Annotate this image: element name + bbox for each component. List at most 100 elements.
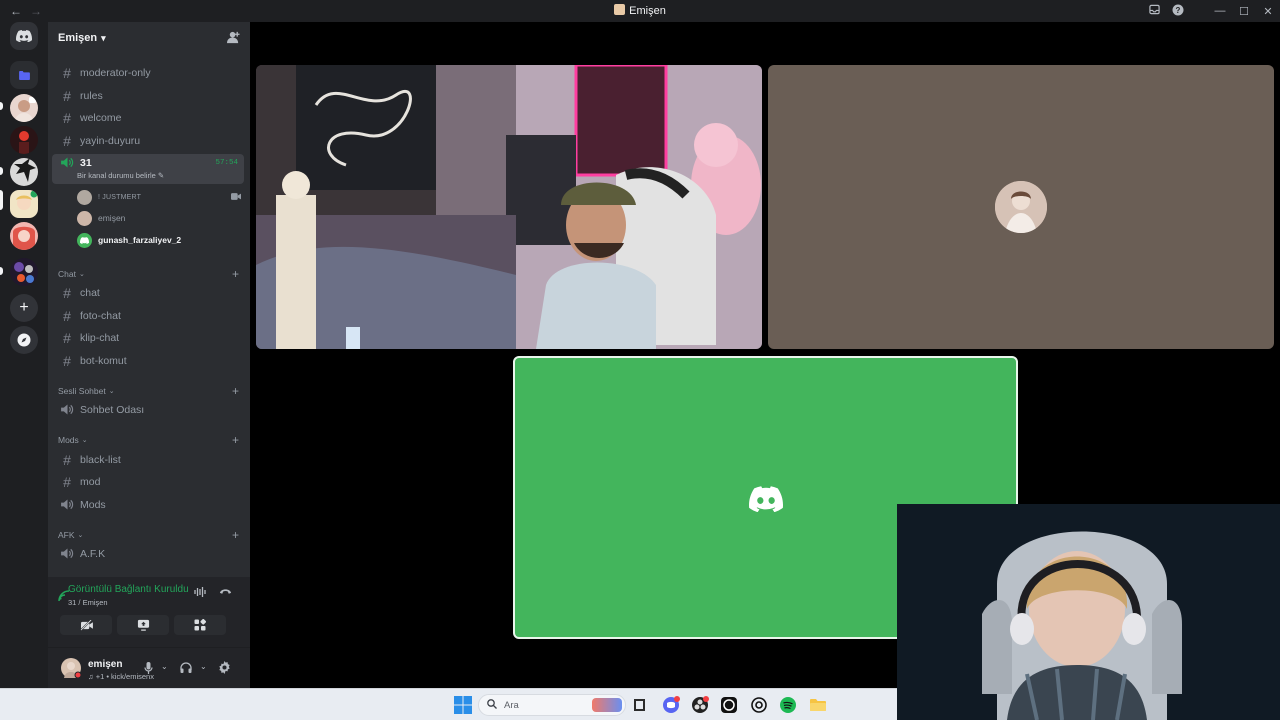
chevron-down-icon: ⌄	[108, 388, 115, 395]
channel-label: klip-chat	[80, 331, 120, 344]
avatar[interactable]	[61, 658, 82, 679]
channel-label: foto-chat	[80, 309, 121, 322]
category-mods[interactable]: Mods ⌄ +	[58, 433, 243, 447]
video-tile-justmert[interactable]	[256, 65, 762, 349]
spotify-icon[interactable]	[779, 696, 797, 714]
category-afk[interactable]: AFK ⌄ +	[58, 528, 243, 542]
server-icon-1[interactable]	[10, 94, 38, 122]
server-folder[interactable]	[10, 61, 38, 89]
category-chat[interactable]: Chat ⌄ +	[58, 267, 243, 281]
avatar	[995, 181, 1047, 233]
screen-share-button[interactable]	[117, 615, 169, 635]
channel-chat[interactable]: # chat	[52, 282, 244, 303]
voice-user-gunash[interactable]: gunash_farzaliyev_2	[77, 231, 181, 249]
search-icon	[487, 698, 497, 712]
chevron-down-icon: ⌄	[78, 271, 85, 278]
activities-button[interactable]	[174, 615, 226, 635]
direct-messages-button[interactable]	[10, 22, 38, 50]
add-channel-icon[interactable]: +	[232, 433, 239, 447]
channel-yayin-duyuru[interactable]: # yayin-duyuru	[52, 130, 244, 151]
microphone-icon[interactable]	[144, 662, 153, 676]
video-icon	[231, 192, 241, 202]
headphones-icon[interactable]	[180, 662, 192, 675]
avatar	[77, 189, 92, 205]
inbox-icon[interactable]	[1142, 4, 1166, 18]
channel-label: bot-komut	[80, 354, 127, 367]
chevron-down-icon[interactable]: ⌄	[200, 662, 207, 671]
forward-arrow-icon[interactable]: →	[30, 4, 42, 18]
voice-user-name: gunash_farzaliyev_2	[98, 235, 182, 245]
server-icon-2[interactable]	[10, 126, 38, 154]
taskbar-search[interactable]: Ara	[478, 694, 626, 716]
server-icon-3[interactable]	[10, 158, 38, 186]
voice-channel-label: 31	[80, 157, 92, 169]
add-channel-icon[interactable]: +	[232, 528, 239, 542]
hash-icon: #	[63, 451, 71, 468]
voice-channel-mods[interactable]: Mods	[52, 494, 244, 515]
channel-black-list[interactable]: # black-list	[52, 449, 244, 470]
search-placeholder: Ara	[504, 699, 519, 711]
noise-suppression-icon[interactable]	[194, 587, 207, 600]
hash-icon: #	[63, 329, 71, 346]
voice-status[interactable]: Görüntülü Bağlantı Kuruldu	[68, 584, 189, 595]
back-arrow-icon[interactable]: ←	[10, 4, 22, 18]
title-bar: ← → Emişen ? — ☐ ✕	[0, 0, 1280, 22]
category-label: Sesli Sohbet	[58, 386, 106, 396]
chevron-down-icon: ⌄	[81, 437, 88, 444]
channel-label: welcome	[80, 111, 122, 124]
category-label: Mods	[58, 435, 79, 445]
server-header[interactable]: Emişen ▾	[48, 22, 250, 54]
voice-channel-sohbet-odasi[interactable]: Sohbet Odası	[52, 399, 244, 420]
close-button[interactable]: ✕	[1256, 5, 1280, 18]
settings-gear-icon[interactable]	[218, 661, 231, 676]
help-icon[interactable]: ?	[1166, 4, 1190, 19]
add-channel-icon[interactable]: +	[232, 384, 239, 398]
folder-icon[interactable]	[809, 696, 827, 714]
channel-rules[interactable]: # rules	[52, 85, 244, 106]
file-explorer-icon[interactable]	[631, 696, 649, 714]
voice-channel-afk[interactable]: A.F.K	[52, 543, 244, 564]
channel-bot-komut[interactable]: # bot-komut	[52, 350, 244, 371]
add-server-button[interactable]: +	[10, 294, 38, 322]
channel-moderator-only[interactable]: # moderator-only	[52, 62, 244, 83]
discover-button[interactable]	[10, 326, 38, 354]
voice-location[interactable]: 31 / Emişen	[68, 598, 108, 607]
chevron-down-icon: ⌄	[77, 532, 84, 539]
channel-klip-chat[interactable]: # klip-chat	[52, 327, 244, 348]
disconnect-icon[interactable]	[219, 587, 232, 598]
voice-user-justmert[interactable]: ! JUSTMERT	[77, 188, 241, 206]
minimize-button[interactable]: —	[1208, 5, 1232, 17]
speaker-icon	[58, 548, 76, 559]
channel-label: chat	[80, 286, 100, 299]
category-label: Chat	[58, 269, 76, 279]
channel-welcome[interactable]: # welcome	[52, 107, 244, 128]
server-icon-emisen[interactable]	[10, 190, 38, 218]
windows-start-icon[interactable]	[454, 696, 472, 714]
camera-off-button[interactable]	[60, 615, 112, 635]
channel-status[interactable]: Bir kanal durumu belirle ✎	[77, 171, 164, 180]
server-icon-5[interactable]	[10, 222, 38, 250]
speaker-icon	[58, 404, 76, 415]
app-icon[interactable]	[720, 696, 738, 714]
obs-icon[interactable]	[691, 696, 709, 714]
add-channel-icon[interactable]: +	[232, 267, 239, 281]
voice-user-emisen[interactable]: emişen	[77, 209, 125, 227]
category-sesli-sohbet[interactable]: Sesli Sohbet ⌄ +	[58, 384, 243, 398]
chatgpt-icon[interactable]	[750, 696, 768, 714]
invite-people-icon[interactable]	[227, 31, 240, 47]
chevron-down-icon[interactable]: ⌄	[161, 662, 168, 671]
discord-taskbar-icon[interactable]	[662, 696, 680, 714]
discord-logo-icon	[16, 30, 32, 42]
channel-label: A.F.K	[80, 547, 106, 560]
channel-label: yayin-duyuru	[80, 134, 141, 147]
maximize-button[interactable]: ☐	[1232, 5, 1256, 18]
channel-mod[interactable]: # mod	[52, 471, 244, 492]
user-name[interactable]: emişen	[88, 659, 122, 670]
video-tile-emisen[interactable]	[768, 65, 1274, 349]
server-icon	[614, 4, 626, 15]
voice-channel-31[interactable]: 31 Bir kanal durumu belirle ✎ 57:54	[52, 154, 244, 184]
channel-foto-chat[interactable]: # foto-chat	[52, 305, 244, 326]
server-icon-6[interactable]	[10, 258, 38, 286]
channel-label: mod	[80, 475, 101, 488]
folder-icon	[18, 70, 30, 80]
